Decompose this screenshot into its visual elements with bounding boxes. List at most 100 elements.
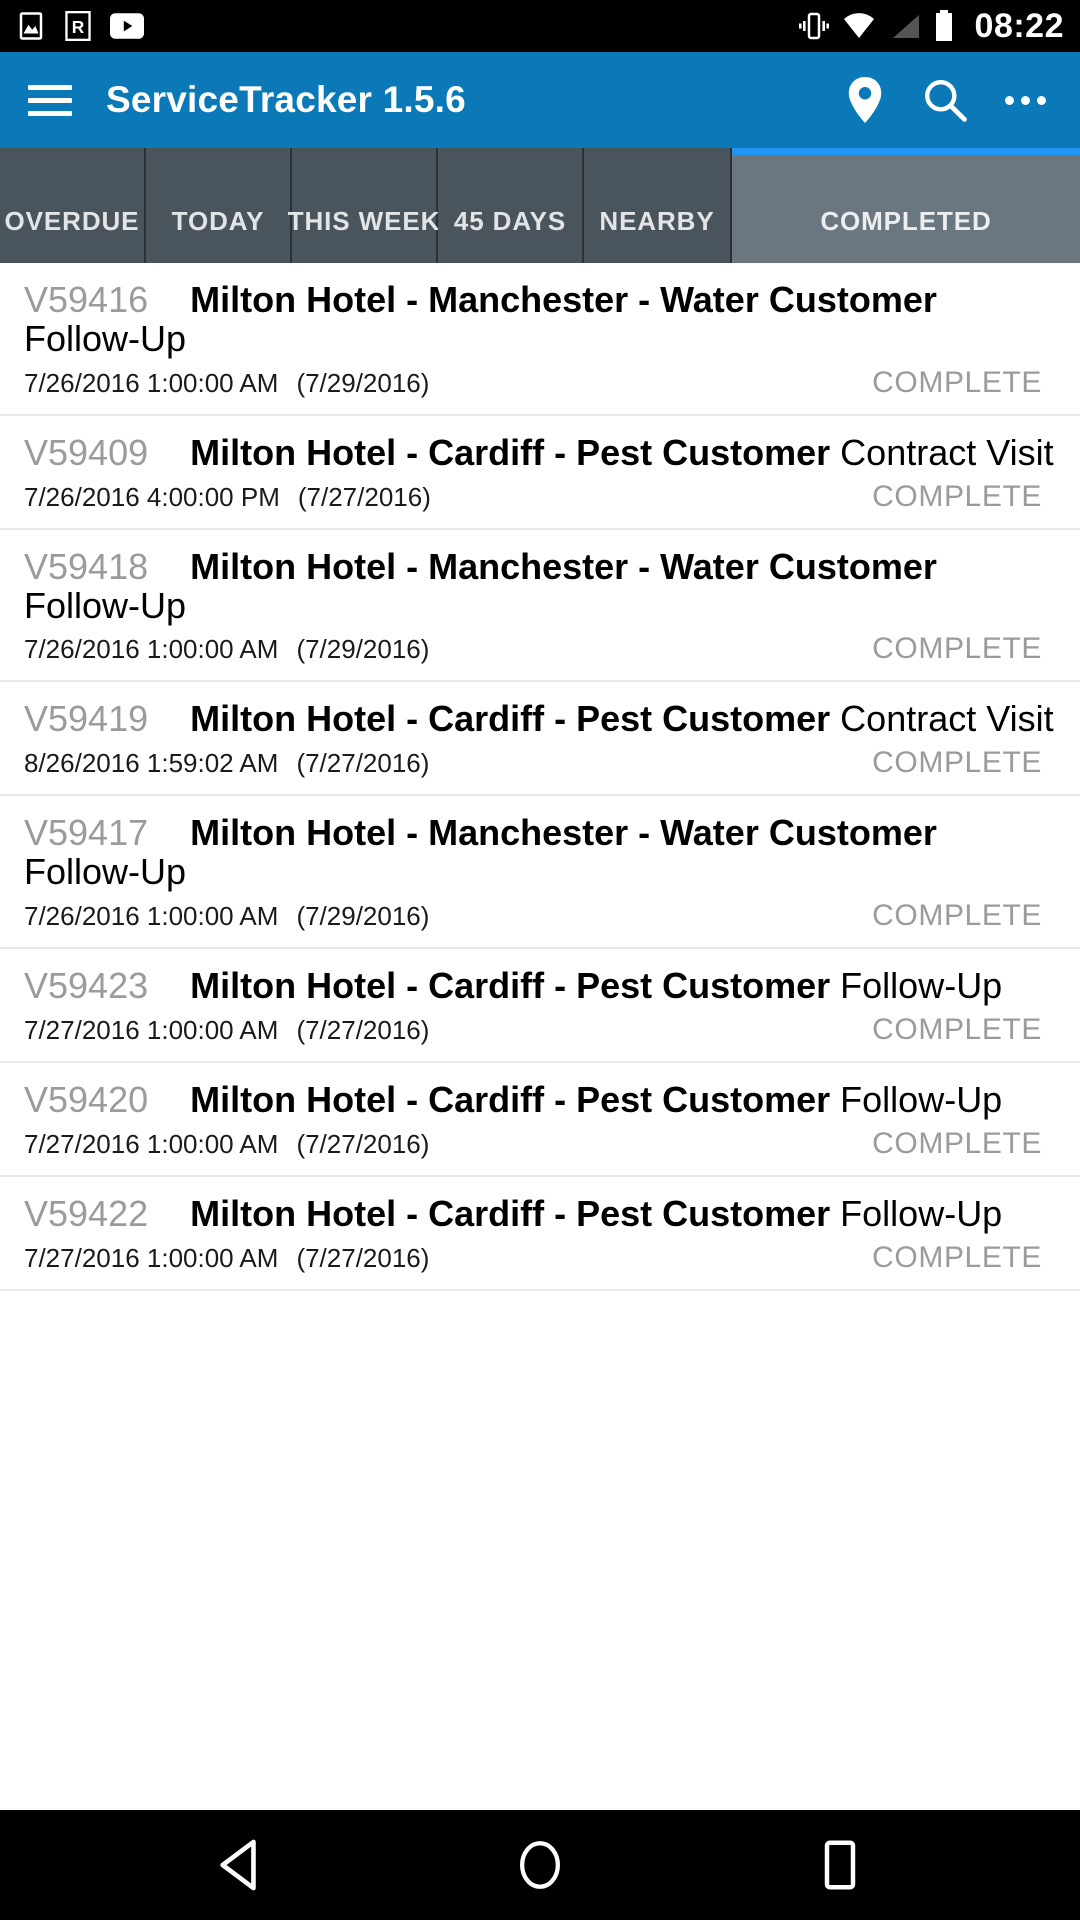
row-title: V59417 Milton Hotel - Manchester - Water … xyxy=(24,812,1056,893)
table-row[interactable]: V59420 Milton Hotel - Cardiff - Pest Cust… xyxy=(0,1062,1080,1177)
status-badge: COMPLETE xyxy=(872,365,1042,399)
visit-type: Follow-Up xyxy=(24,317,187,359)
job-datetime: 7/26/2016 1:00:00 AM xyxy=(24,901,279,931)
image-icon xyxy=(16,11,46,41)
table-row[interactable]: V59409 Milton Hotel - Cardiff - Pest Cust… xyxy=(0,415,1080,530)
status-bar-right-icons: 08:22 xyxy=(798,7,1064,45)
job-due-date: (7/29/2016) xyxy=(296,367,430,398)
tab-nearby[interactable]: NEARBY xyxy=(584,148,732,263)
youtube-icon xyxy=(110,13,144,39)
job-due-date: (7/29/2016) xyxy=(296,901,430,931)
job-id: V59419 xyxy=(24,698,149,740)
tab-bar: OVERDUE TODAY THIS WEEK 45 DAYS NEARBY C… xyxy=(0,148,1080,263)
status-bar: R 08:22 xyxy=(0,0,1080,52)
job-datetime: 7/26/2016 4:00:00 PM xyxy=(24,481,280,512)
row-title: V59420 Milton Hotel - Cardiff - Pest Cust… xyxy=(24,1078,1056,1120)
tab-overdue[interactable]: OVERDUE xyxy=(0,148,146,263)
tab-this-week[interactable]: THIS WEEK xyxy=(288,148,439,263)
wifi-icon xyxy=(842,12,876,40)
row-meta: 7/26/2016 1:00:00 AM (7/29/2016) COMPLET… xyxy=(24,899,1056,933)
row-meta: 7/27/2016 1:00:00 AM (7/27/2016) COMPLET… xyxy=(24,1127,1056,1161)
job-datetime: 7/26/2016 1:00:00 AM xyxy=(24,634,279,665)
status-badge: COMPLETE xyxy=(872,1126,1042,1160)
job-datetime: 7/27/2016 1:00:00 AM xyxy=(24,1242,279,1273)
status-badge: COMPLETE xyxy=(872,632,1042,666)
visit-type: Contract Visit xyxy=(840,698,1054,740)
back-nav-icon[interactable] xyxy=(195,1820,285,1910)
visit-type: Follow-Up xyxy=(840,965,1003,1006)
status-badge: COMPLETE xyxy=(872,1012,1042,1046)
customer-name: Milton Hotel - Manchester - Water Custom… xyxy=(190,279,937,320)
table-row[interactable]: V59416 Milton Hotel - Manchester - Water … xyxy=(0,263,1080,416)
tab-today[interactable]: TODAY xyxy=(146,148,292,263)
job-id: V59418 xyxy=(24,545,149,587)
signal-icon xyxy=(889,12,921,40)
customer-name: Milton Hotel - Cardiff - Pest Customer xyxy=(190,698,831,740)
visit-type: Follow-Up xyxy=(840,1078,1003,1120)
tab-completed[interactable]: COMPLETED xyxy=(732,148,1080,263)
row-title: V59416 Milton Hotel - Manchester - Water … xyxy=(24,279,1056,359)
visit-type: Contract Visit xyxy=(840,431,1054,473)
hamburger-menu-icon[interactable] xyxy=(28,84,72,116)
table-row[interactable]: V59423 Milton Hotel - Cardiff - Pest Cust… xyxy=(0,949,1080,1063)
status-badge: COMPLETE xyxy=(872,1240,1042,1274)
tab-label: THIS WEEK xyxy=(287,206,441,236)
clock-time: 08:22 xyxy=(974,7,1064,45)
battery-icon xyxy=(934,10,954,42)
app-bar: ServiceTracker 1.5.6 xyxy=(0,52,1080,148)
search-icon[interactable] xyxy=(923,78,967,122)
table-row[interactable]: V59418 Milton Hotel - Manchester - Water … xyxy=(0,529,1080,683)
job-due-date: (7/27/2016) xyxy=(296,1014,430,1045)
customer-name: Milton Hotel - Cardiff - Pest Customer xyxy=(190,1192,831,1234)
row-meta: 7/26/2016 4:00:00 PM (7/27/2016) COMPLET… xyxy=(24,480,1056,514)
job-id: V59422 xyxy=(24,1192,149,1234)
app-bar-actions xyxy=(845,77,1052,123)
job-due-date: (7/27/2016) xyxy=(296,1242,430,1273)
customer-name: Milton Hotel - Manchester - Water Custom… xyxy=(190,545,937,587)
job-datetime: 7/26/2016 1:00:00 AM xyxy=(24,367,279,398)
vibrate-icon xyxy=(798,10,829,42)
svg-text:R: R xyxy=(72,17,85,37)
job-id: V59420 xyxy=(24,1078,149,1120)
job-list: V59416 Milton Hotel - Manchester - Water … xyxy=(0,263,1080,1291)
row-title: V59423 Milton Hotel - Cardiff - Pest Cust… xyxy=(24,965,1056,1006)
row-title: V59422 Milton Hotel - Cardiff - Pest Cust… xyxy=(24,1192,1056,1234)
tab-label: NEARBY xyxy=(599,206,715,236)
job-datetime: 8/26/2016 1:59:02 AM xyxy=(24,748,279,779)
customer-name: Milton Hotel - Cardiff - Pest Customer xyxy=(190,1078,831,1120)
table-row[interactable]: V59422 Milton Hotel - Cardiff - Pest Cust… xyxy=(0,1176,1080,1291)
job-due-date: (7/27/2016) xyxy=(296,748,430,779)
customer-name: Milton Hotel - Cardiff - Pest Customer xyxy=(190,431,831,473)
job-id: V59423 xyxy=(24,965,149,1006)
row-meta: 7/27/2016 1:00:00 AM (7/27/2016) COMPLET… xyxy=(24,1013,1056,1047)
job-due-date: (7/27/2016) xyxy=(297,481,431,512)
tab-45-days[interactable]: 45 DAYS xyxy=(438,148,584,263)
visit-type: Follow-Up xyxy=(24,851,187,893)
tab-label: OVERDUE xyxy=(4,206,140,236)
job-datetime: 7/27/2016 1:00:00 AM xyxy=(24,1014,279,1045)
row-title: V59419 Milton Hotel - Cardiff - Pest Cust… xyxy=(24,698,1056,740)
job-id: V59417 xyxy=(24,812,149,854)
status-badge: COMPLETE xyxy=(872,746,1042,780)
customer-name: Milton Hotel - Cardiff - Pest Customer xyxy=(190,965,831,1006)
row-meta: 7/26/2016 1:00:00 AM (7/29/2016) COMPLET… xyxy=(24,632,1056,666)
row-meta: 7/26/2016 1:00:00 AM (7/29/2016) COMPLET… xyxy=(24,366,1056,400)
visit-type: Follow-Up xyxy=(24,584,187,626)
recents-nav-icon[interactable] xyxy=(795,1820,885,1910)
home-nav-icon[interactable] xyxy=(495,1820,585,1910)
status-bar-left-icons: R xyxy=(16,11,144,41)
table-row[interactable]: V59419 Milton Hotel - Cardiff - Pest Cust… xyxy=(0,682,1080,797)
row-title: V59409 Milton Hotel - Cardiff - Pest Cust… xyxy=(24,431,1056,473)
row-title: V59418 Milton Hotel - Manchester - Water … xyxy=(24,545,1056,626)
job-id: V59409 xyxy=(24,431,149,473)
r-badge-icon: R xyxy=(64,11,92,41)
row-meta: 7/27/2016 1:00:00 AM (7/27/2016) COMPLET… xyxy=(24,1241,1056,1275)
job-due-date: (7/29/2016) xyxy=(296,634,430,665)
job-due-date: (7/27/2016) xyxy=(296,1128,430,1159)
customer-name: Milton Hotel - Manchester - Water Custom… xyxy=(190,812,937,854)
overflow-menu-icon[interactable] xyxy=(1005,95,1046,105)
visit-type: Follow-Up xyxy=(840,1192,1003,1234)
location-pin-icon[interactable] xyxy=(845,77,885,123)
job-datetime: 7/27/2016 1:00:00 AM xyxy=(24,1128,279,1159)
table-row[interactable]: V59417 Milton Hotel - Manchester - Water … xyxy=(0,796,1080,949)
